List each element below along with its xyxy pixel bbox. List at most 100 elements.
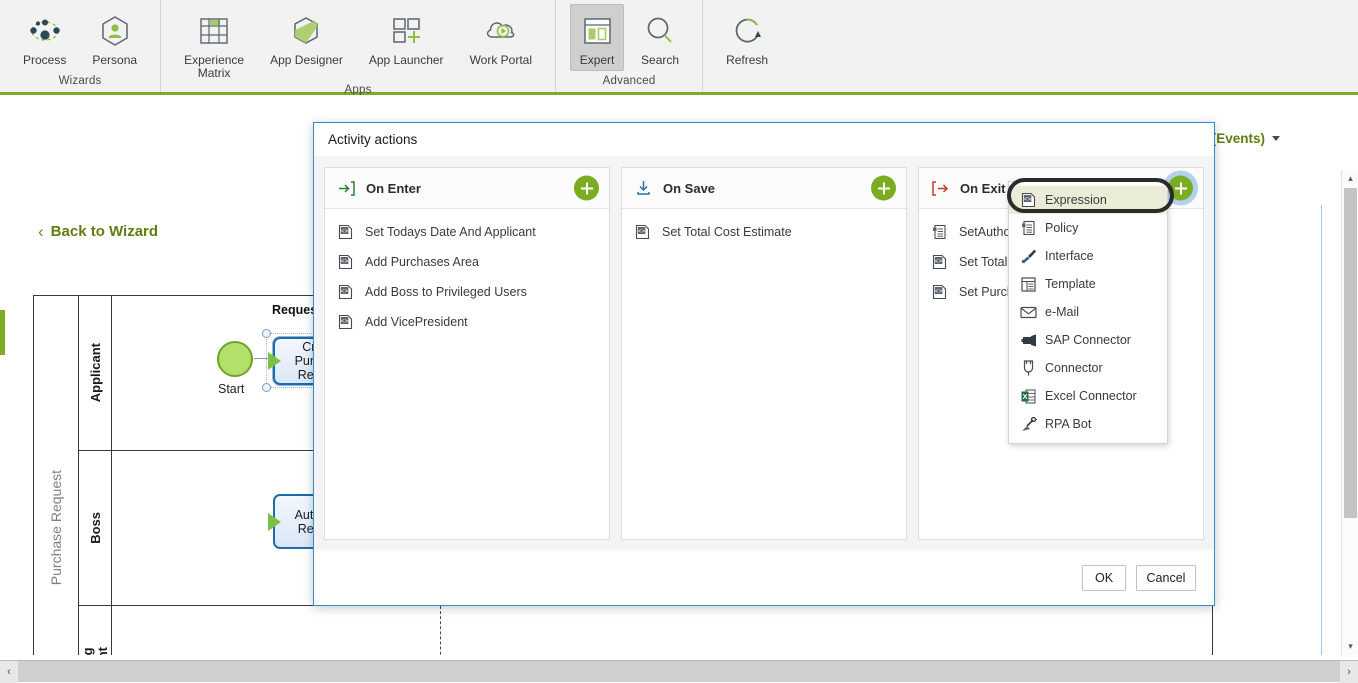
expression-icon: <> [338, 224, 358, 240]
svg-text:<>: <> [341, 228, 349, 235]
lane-body: Notify approval + [112, 606, 1212, 655]
ribbon-group-apps: Experience Matrix App Designer App Launc… [160, 0, 555, 96]
persona-icon [98, 10, 132, 52]
menu-item-label: Excel Connector [1045, 389, 1137, 403]
menu-item-email[interactable]: e-Mail [1009, 298, 1167, 326]
menu-item-label: Expression [1045, 193, 1107, 207]
lane-label: Purchasing Department [79, 606, 112, 655]
work-portal-icon [483, 10, 519, 52]
menu-item-template[interactable]: Template [1009, 270, 1167, 298]
ribbon-button-label: Refresh [726, 53, 769, 67]
vertical-scrollbar[interactable]: ▴ ▾ [1341, 170, 1358, 655]
action-list-on-enter: <> Set Todays Date And Applicant <> Add … [325, 209, 609, 539]
scroll-left-arrow-icon[interactable]: ‹ [0, 660, 18, 683]
lane-label-text: Purchasing Department [80, 647, 110, 655]
ribbon-group-title [703, 87, 791, 92]
app-designer-icon [289, 10, 323, 52]
column-title: On Save [663, 180, 716, 196]
menu-item-interface[interactable]: Interface [1009, 242, 1167, 270]
ribbon-button-expert[interactable]: Expert [570, 4, 625, 71]
horizontal-scroll-thumb[interactable] [18, 661, 1340, 682]
svg-text:<>: <> [638, 228, 646, 235]
template-icon [1019, 276, 1038, 292]
refresh-icon [730, 10, 764, 52]
ribbon-group-refresh: Refresh [702, 0, 791, 92]
ribbon-button-label: Expert [579, 53, 615, 67]
menu-item-policy[interactable]: Policy [1009, 214, 1167, 242]
interface-icon [1019, 248, 1038, 264]
vertical-scroll-thumb[interactable] [1344, 188, 1357, 518]
ribbon-toolbar: Process Persona Wizards Experience Matri… [0, 0, 1358, 96]
expert-icon [580, 10, 614, 52]
menu-item-excel-connector[interactable]: X Excel Connector [1009, 382, 1167, 410]
add-action-button-on-save[interactable] [871, 175, 896, 201]
ok-button[interactable]: OK [1082, 564, 1126, 591]
lane-label: Applicant [79, 296, 112, 450]
download-icon [635, 180, 655, 196]
ribbon-button-app-designer[interactable]: App Designer [261, 4, 352, 71]
add-action-button-on-exit[interactable] [1168, 175, 1193, 201]
action-list-item[interactable]: <> Add Boss to Privileged Users [325, 277, 609, 307]
ribbon-button-label: Process [23, 53, 67, 67]
svg-text:X: X [1022, 392, 1027, 401]
ribbon-button-label: Persona [92, 53, 138, 67]
ribbon-button-work-portal[interactable]: Work Portal [461, 4, 541, 71]
action-list-item[interactable]: <> Add VicePresident [325, 307, 609, 337]
email-icon [1019, 306, 1038, 319]
menu-item-connector[interactable]: Connector [1009, 354, 1167, 382]
action-list-item[interactable]: <> Add Purchases Area [325, 247, 609, 277]
sap-connector-icon [1019, 333, 1038, 348]
action-list-item[interactable]: <> Set Todays Date And Applicant [325, 217, 609, 247]
chevron-left-icon: ‹ [38, 222, 44, 241]
svg-text:<>: <> [341, 288, 349, 295]
expression-icon: <> [338, 314, 358, 330]
ribbon-button-process[interactable]: Process [14, 4, 75, 71]
svg-text:<>: <> [935, 258, 943, 265]
add-action-type-menu[interactable]: <> Expression Policy Interface Template … [1008, 181, 1168, 444]
svg-text:<>: <> [341, 318, 349, 325]
ribbon-button-app-launcher[interactable]: App Launcher [360, 4, 453, 71]
add-action-button-on-enter[interactable] [574, 175, 599, 201]
menu-item-sap-connector[interactable]: SAP Connector [1009, 326, 1167, 354]
pool-label-text: Purchase Request [48, 469, 64, 586]
column-on-enter: On Enter <> Set Todays Date And Applican… [324, 167, 610, 540]
ribbon-button-experience-matrix[interactable]: Experience Matrix [175, 4, 253, 84]
menu-item-expression[interactable]: <> Expression [1009, 186, 1167, 214]
scroll-down-arrow-icon[interactable]: ▾ [1342, 638, 1358, 655]
action-label: Set Total Cost Estimate [662, 225, 792, 239]
expression-icon: <> [338, 284, 358, 300]
ribbon-button-label: Experience Matrix [184, 53, 245, 80]
back-to-wizard-link[interactable]: ‹ Back to Wizard [38, 223, 158, 240]
task-in-arrow-icon [268, 513, 281, 531]
menu-item-label: Template [1045, 277, 1096, 291]
action-label: Add VicePresident [365, 315, 468, 329]
scroll-right-arrow-icon[interactable]: › [1340, 660, 1358, 683]
scroll-up-arrow-icon[interactable]: ▴ [1342, 170, 1358, 187]
svg-text:<>: <> [1024, 196, 1032, 203]
ribbon-button-label: Search [641, 53, 680, 67]
menu-item-rpa-bot[interactable]: RPA Bot [1009, 410, 1167, 438]
rpa-bot-icon [1019, 416, 1038, 432]
back-to-wizard-label: Back to Wizard [50, 223, 159, 240]
ribbon-button-refresh[interactable]: Refresh [717, 4, 777, 71]
horizontal-scrollbar[interactable]: ‹ › [0, 660, 1358, 683]
connector-icon [1019, 360, 1038, 376]
menu-item-label: Connector [1045, 361, 1103, 375]
search-icon [643, 10, 677, 52]
ribbon-group-title: Wizards [58, 75, 102, 87]
process-icon [28, 10, 62, 52]
column-title: On Enter [366, 180, 421, 196]
dialog-title: Activity actions [328, 132, 418, 147]
action-label: Set Todays Date And Applicant [365, 225, 536, 239]
lane-label-text: Boss [87, 512, 103, 544]
action-list-item[interactable]: <> Set Total Cost Estimate [622, 217, 906, 247]
start-event[interactable] [217, 341, 253, 377]
experience-matrix-icon [197, 10, 231, 52]
cancel-button[interactable]: Cancel [1136, 564, 1196, 591]
menu-item-label: Policy [1045, 221, 1079, 235]
app-launcher-icon [389, 10, 423, 52]
ribbon-button-search[interactable]: Search [632, 4, 688, 71]
ribbon-button-label: App Designer [270, 53, 343, 67]
svg-text:<>: <> [935, 288, 943, 295]
ribbon-button-persona[interactable]: Persona [83, 4, 146, 71]
